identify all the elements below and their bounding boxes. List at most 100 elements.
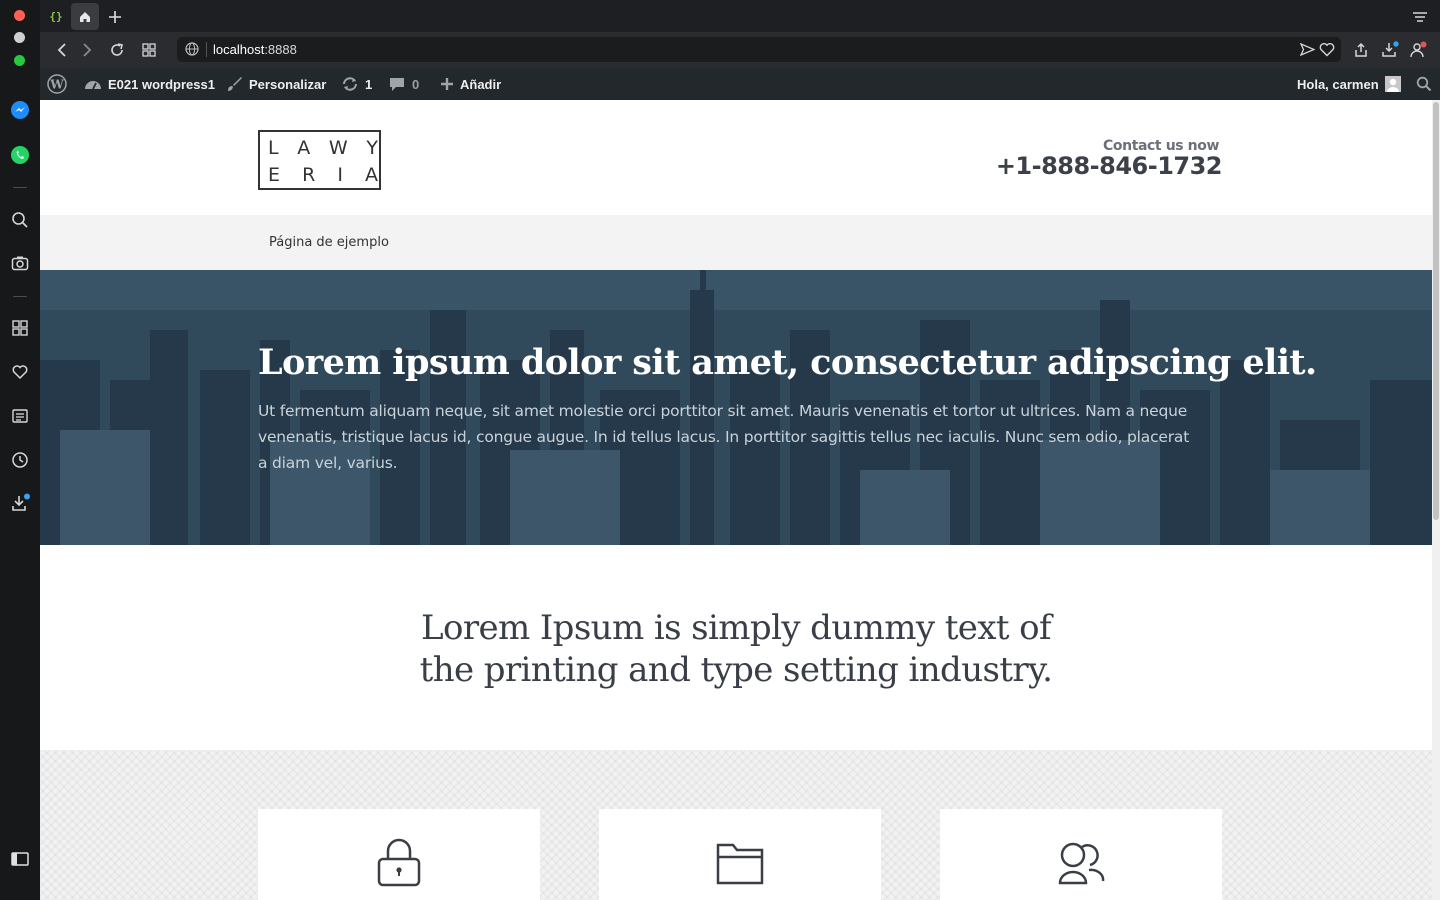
minimize-window-button[interactable]: [14, 32, 25, 43]
site-name-link[interactable]: E021 wordpress1: [84, 68, 215, 100]
menu-item-sample-page[interactable]: Página de ejemplo: [269, 235, 389, 250]
search-icon[interactable]: [9, 209, 31, 231]
site-header: L A W Y E R I A Contact us now +1-888-84…: [40, 100, 1432, 215]
reload-icon: [111, 43, 123, 56]
logo-row-2: E R I A: [268, 164, 378, 186]
admin-search-button[interactable]: [1416, 68, 1432, 100]
intro-section: Lorem Ipsum is simply dummy text of the …: [40, 545, 1432, 750]
comments-link[interactable]: 0: [388, 68, 419, 100]
plus-icon: [441, 78, 453, 90]
logo-letter: A: [297, 137, 311, 159]
reload-button[interactable]: [107, 40, 127, 60]
new-label: Añadir: [460, 76, 502, 92]
url-divider: [206, 42, 207, 57]
messenger-icon[interactable]: [9, 99, 31, 121]
chevron-left-icon: [57, 43, 66, 57]
intro-title: Lorem Ipsum is simply dummy text of the …: [386, 607, 1086, 691]
tab-json[interactable]: {}: [42, 3, 70, 30]
greeting: Hola, carmen: [1297, 76, 1379, 92]
browser-sidebar: [0, 0, 40, 900]
hero-title: Lorem ipsum dolor sit amet, consectetur …: [258, 342, 1317, 383]
logo-row-1: L A W Y: [268, 137, 378, 159]
feature-card: [940, 809, 1222, 900]
contact-phone[interactable]: +1-888-846-1732: [996, 152, 1223, 180]
tab-list-icon: [1413, 11, 1427, 22]
plus-icon: [109, 10, 121, 23]
camera-icon[interactable]: [9, 252, 31, 274]
page-scrollbar-thumb[interactable]: [1433, 102, 1439, 520]
tab-bar: {}: [40, 0, 1440, 32]
share-icon: [1355, 42, 1367, 57]
globe-icon: [185, 42, 199, 56]
downloads-button[interactable]: [1380, 40, 1400, 60]
grid-icon: [142, 43, 156, 57]
logo-letter: I: [337, 164, 343, 186]
avatar: [1384, 76, 1401, 92]
toggle-sidebar-icon[interactable]: [9, 848, 31, 870]
my-account-link[interactable]: Hola, carmen: [1297, 68, 1401, 100]
folder-icon: [716, 843, 764, 885]
web-page: L A W Y E R I A Contact us now +1-888-84…: [40, 100, 1432, 900]
send-icon[interactable]: [1300, 42, 1315, 57]
code-braces-icon: {}: [49, 10, 63, 23]
search-icon: [1416, 76, 1432, 92]
wordpress-icon: W: [47, 74, 67, 94]
intro-title-line-2: the printing and type setting industry.: [419, 650, 1053, 690]
sidebar-divider: [13, 296, 27, 297]
logo-letter: E: [268, 164, 281, 186]
feature-card: [258, 809, 540, 900]
updates-link[interactable]: 1: [341, 68, 372, 100]
new-content-link[interactable]: Añadir: [440, 68, 501, 100]
hero-text: Ut fermentum aliquam neque, sit amet mol…: [258, 402, 1190, 472]
tab-localhost[interactable]: [71, 3, 99, 30]
speed-dial-button[interactable]: [139, 40, 159, 60]
downloads-icon[interactable]: [9, 492, 31, 514]
logo-letter: A: [364, 164, 378, 186]
paintbrush-icon: [228, 77, 242, 91]
logo-letter: Y: [366, 137, 378, 159]
customize-link[interactable]: Personalizar: [227, 68, 326, 100]
site-logo[interactable]: L A W Y E R I A: [258, 130, 381, 190]
profile-button[interactable]: [1408, 40, 1428, 60]
dashboard-icon: [85, 81, 101, 90]
url-port: :8888: [264, 42, 297, 57]
url-text: localhost:8888: [213, 42, 297, 57]
news-icon[interactable]: [9, 405, 31, 427]
close-window-button[interactable]: [14, 10, 25, 21]
features-section: [40, 750, 1432, 900]
comments-count: 0: [412, 76, 420, 92]
url-input[interactable]: localhost:8888: [177, 37, 1341, 62]
hero-section: Lorem ipsum dolor sit amet, consectetur …: [40, 270, 1432, 545]
logo-letter: R: [302, 164, 316, 186]
share-button[interactable]: [1351, 40, 1371, 60]
back-button[interactable]: [52, 40, 72, 60]
history-icon[interactable]: [9, 449, 31, 471]
wordpress-logo-button[interactable]: W: [47, 68, 67, 100]
heart-icon[interactable]: [9, 361, 31, 383]
profile-icon: [1410, 41, 1427, 58]
bookmark-heart-icon[interactable]: [1319, 42, 1335, 57]
download-icon: [1382, 41, 1399, 57]
new-tab-button[interactable]: [101, 3, 129, 30]
intro-title-line-1: Lorem Ipsum is simply dummy text of: [420, 608, 1052, 648]
logo-letter: L: [268, 137, 279, 159]
url-host: localhost: [213, 42, 265, 57]
home-icon: [80, 11, 90, 22]
feature-card: [599, 809, 881, 900]
forward-button[interactable]: [77, 40, 97, 60]
address-bar: localhost:8888: [40, 32, 1440, 68]
customize-label: Personalizar: [249, 76, 327, 92]
sidebar-divider: [13, 187, 27, 188]
wp-admin-bar: W E021 wordpress1 Personalizar 1 0 Añadi…: [40, 68, 1440, 100]
updates-icon: [343, 77, 357, 91]
lock-icon: [377, 838, 421, 887]
svg-text:W: W: [49, 78, 64, 92]
whatsapp-icon[interactable]: [9, 144, 31, 166]
main-menu: Página de ejemplo: [40, 215, 1432, 270]
logo-letter: W: [328, 137, 348, 159]
updates-count: 1: [365, 76, 373, 92]
site-name: E021 wordpress1: [108, 76, 215, 92]
speed-dial-icon[interactable]: [9, 317, 31, 339]
zoom-window-button[interactable]: [14, 55, 25, 66]
tab-menu-button[interactable]: [1406, 3, 1434, 30]
